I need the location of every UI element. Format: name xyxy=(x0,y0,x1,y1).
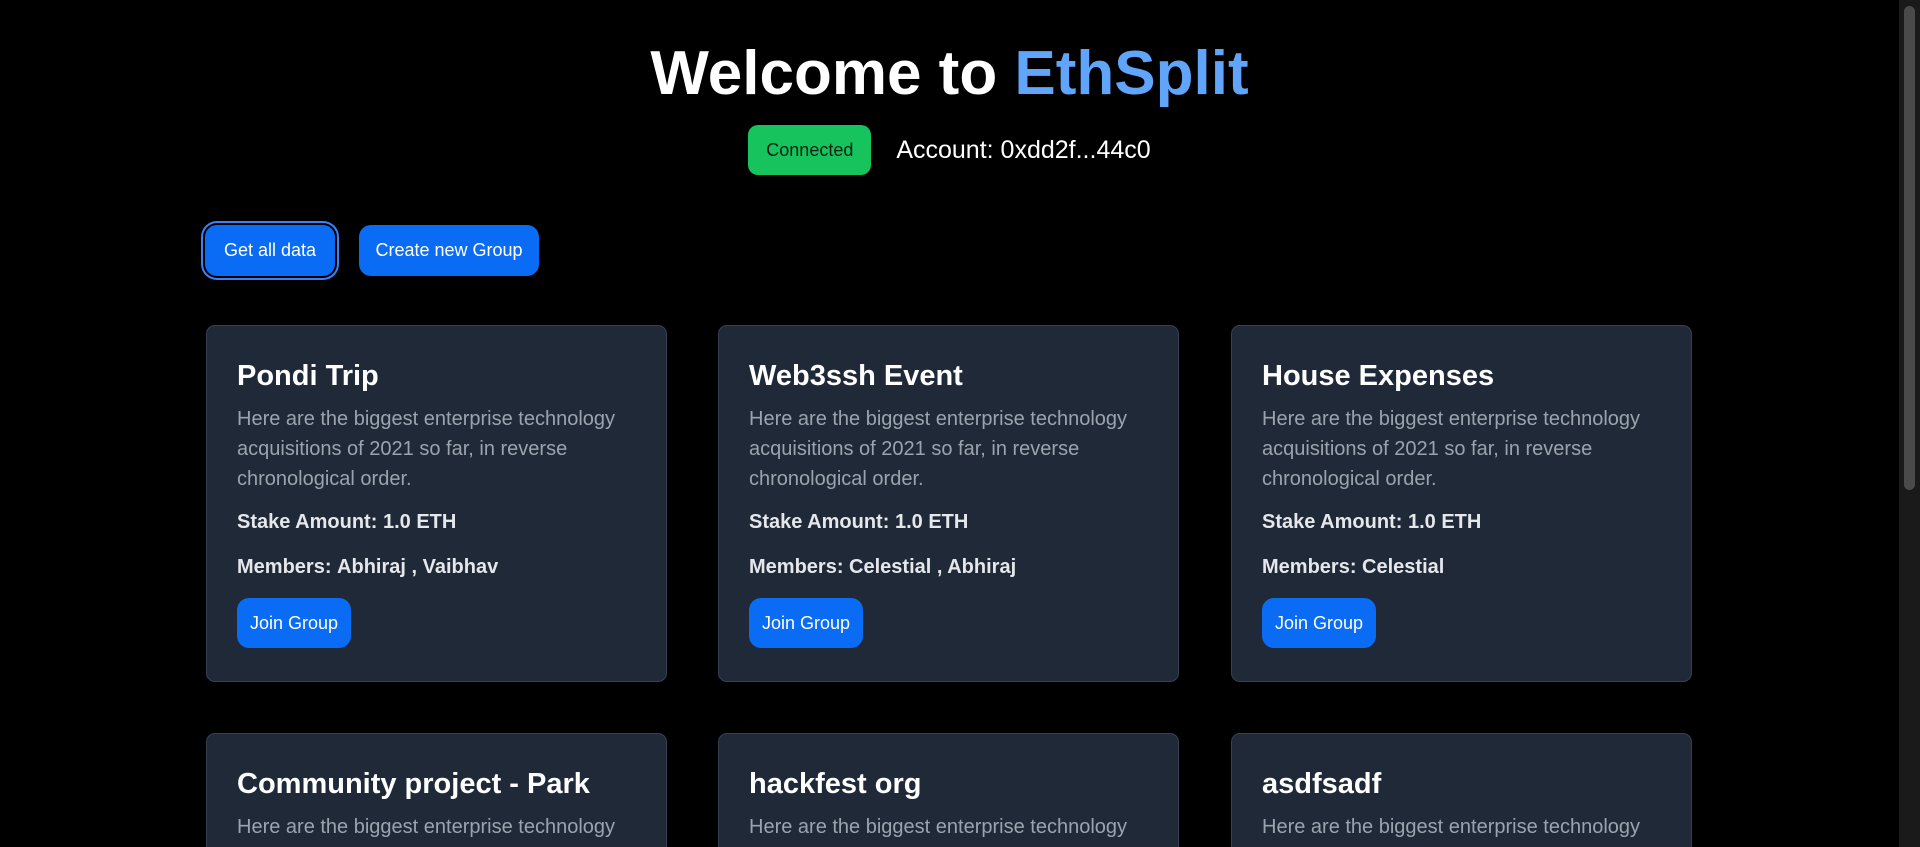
group-card: hackfest org Here are the biggest enterp… xyxy=(718,733,1179,847)
join-group-button[interactable]: Join Group xyxy=(1262,598,1376,648)
join-group-button[interactable]: Join Group xyxy=(237,598,351,648)
brand-name: EthSplit xyxy=(1014,39,1249,108)
group-description: Here are the biggest enterprise technolo… xyxy=(1262,816,1641,838)
get-all-data-button[interactable]: Get all data xyxy=(205,225,335,276)
join-group-button[interactable]: Join Group xyxy=(749,598,863,648)
group-card: Pondi Trip Here are the biggest enterpri… xyxy=(206,325,667,682)
group-title: hackfest org xyxy=(749,768,922,800)
group-title: Pondi Trip xyxy=(237,360,379,392)
connection-status-badge: Connected xyxy=(748,125,872,175)
status-row: Connected Account: 0xdd2f...44c0 xyxy=(0,125,1899,175)
group-card: Web3ssh Event Here are the biggest enter… xyxy=(718,325,1179,682)
group-card: asdfsadf Here are the biggest enterprise… xyxy=(1231,733,1692,847)
members-label: Members: xyxy=(1262,556,1357,578)
group-description: Here are the biggest enterprise technolo… xyxy=(237,816,616,838)
group-title: asdfsadf xyxy=(1262,768,1382,800)
scrollbar-thumb[interactable] xyxy=(1904,6,1915,490)
group-members: Members: Celestial , Abhiraj xyxy=(749,553,1148,581)
stake-value: 1.0 ETH xyxy=(1407,511,1482,533)
stake-label: Stake Amount: xyxy=(749,511,890,533)
group-card: House Expenses Here are the biggest ente… xyxy=(1231,325,1692,682)
page-title: Welcome to EthSplit xyxy=(0,38,1899,110)
stake-value: 1.0 ETH xyxy=(894,511,969,533)
stake-label: Stake Amount: xyxy=(1262,511,1403,533)
group-members: Members: Celestial xyxy=(1262,553,1661,581)
group-description: Here are the biggest enterprise technolo… xyxy=(749,408,1128,490)
group-description: Here are the biggest enterprise technolo… xyxy=(749,816,1128,838)
members-value: Celestial xyxy=(1362,556,1445,578)
app-page: Welcome to EthSplit Connected Account: 0… xyxy=(0,0,1920,847)
group-title: House Expenses xyxy=(1262,360,1495,392)
members-value: Celestial , Abhiraj xyxy=(849,556,1017,578)
stake-label: Stake Amount: xyxy=(237,511,378,533)
stake-amount: Stake Amount: 1.0 ETH xyxy=(749,508,1148,536)
stake-amount: Stake Amount: 1.0 ETH xyxy=(1262,508,1661,536)
group-card: Community project - Park Here are the bi… xyxy=(206,733,667,847)
group-description: Here are the biggest enterprise technolo… xyxy=(237,408,616,490)
main-content: Welcome to EthSplit Connected Account: 0… xyxy=(0,0,1899,847)
stake-value: 1.0 ETH xyxy=(382,511,457,533)
members-value: Abhiraj , Vaibhav xyxy=(337,556,499,578)
group-title: Community project - Park xyxy=(237,768,590,800)
account-address: Account: 0xdd2f...44c0 xyxy=(896,135,1151,164)
group-members: Members: Abhiraj , Vaibhav xyxy=(237,553,636,581)
vertical-scrollbar[interactable] xyxy=(1899,0,1920,847)
stake-amount: Stake Amount: 1.0 ETH xyxy=(237,508,636,536)
members-label: Members: xyxy=(237,556,332,578)
group-title: Web3ssh Event xyxy=(749,360,963,392)
page-title-prefix: Welcome to xyxy=(650,39,1015,108)
members-label: Members: xyxy=(749,556,844,578)
group-description: Here are the biggest enterprise technolo… xyxy=(1262,408,1641,490)
create-group-button[interactable]: Create new Group xyxy=(359,225,539,276)
